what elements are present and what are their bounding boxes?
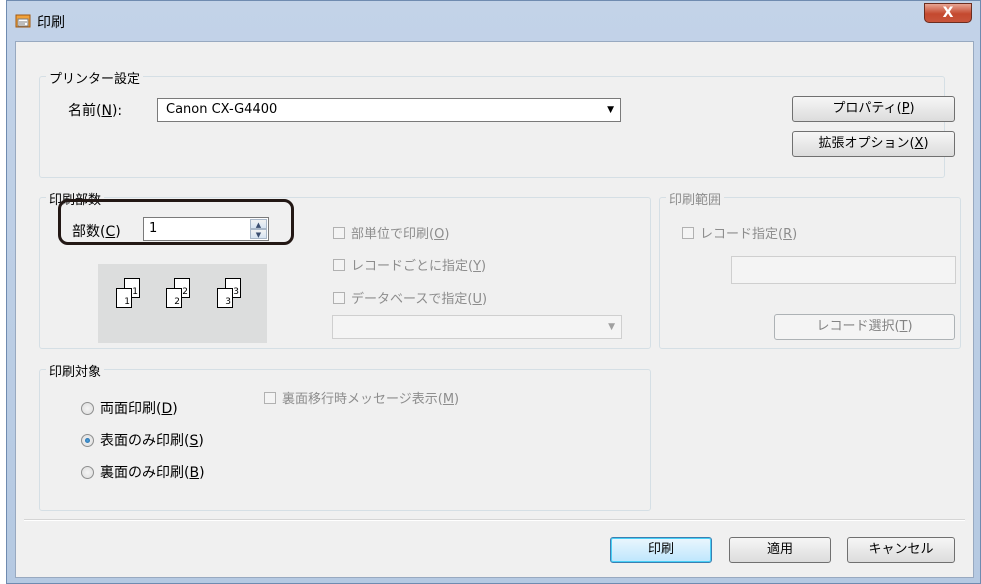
close-icon: X	[942, 5, 954, 21]
radio-dot	[81, 465, 94, 479]
checkbox-box	[333, 226, 345, 239]
printer-settings-group: プリンター設定	[39, 68, 945, 178]
radio-dot	[81, 401, 94, 415]
checkbox-box	[333, 291, 345, 304]
back-only-label: 裏面のみ印刷(B)	[100, 465, 205, 481]
title-bar[interactable]: 印刷 X	[7, 1, 980, 39]
record-select-button[interactable]: レコード選択(T)	[774, 314, 955, 340]
checkbox-box	[264, 391, 276, 404]
per-record-checkbox[interactable]: レコードごとに指定(Y)	[333, 255, 486, 274]
front-only-radio[interactable]: 表面のみ印刷(S)	[81, 430, 204, 450]
dialog-body: プリンター設定 名前(N): Canon CX-G4400 ▼ プロパティ(P)…	[15, 41, 974, 578]
printer-select[interactable]: Canon CX-G4400 ▼	[157, 98, 621, 122]
footer-separator	[24, 519, 965, 521]
collate-checkbox[interactable]: 部単位で印刷(O)	[333, 223, 449, 242]
apply-button[interactable]: 適用	[729, 537, 831, 563]
collate-label: 部単位で印刷(O)	[351, 227, 450, 242]
back-only-radio[interactable]: 裏面のみ印刷(B)	[81, 462, 205, 482]
back-message-label: 裏面移行時メッセージ表示(M)	[282, 392, 460, 407]
print-range-label: 印刷範囲	[666, 189, 725, 208]
database-field-select[interactable]: ▼	[332, 315, 622, 339]
per-record-label: レコードごとに指定(Y)	[351, 259, 487, 274]
print-target-label: 印刷対象	[46, 361, 105, 380]
print-button[interactable]: 印刷	[610, 537, 712, 563]
printer-settings-label: プリンター設定	[46, 68, 144, 87]
record-spec-checkbox[interactable]: レコード指定(R)	[682, 223, 797, 242]
duplex-radio[interactable]: 両面印刷(D)	[81, 398, 178, 418]
cancel-button[interactable]: キャンセル	[847, 537, 955, 563]
dropdown-arrow-icon: ▼	[607, 105, 614, 115]
record-spec-label: レコード指定(R)	[700, 227, 798, 242]
record-spec-input[interactable]	[731, 256, 956, 284]
checkbox-box	[682, 226, 694, 239]
front-only-label: 表面のみ印刷(S)	[100, 433, 204, 449]
printer-app-icon	[15, 13, 31, 29]
copies-highlight-frame	[58, 199, 294, 245]
page-sheet: 2	[166, 288, 182, 308]
properties-button[interactable]: プロパティ(P)	[792, 96, 955, 122]
page-sheet: 3	[217, 288, 233, 308]
duplex-label: 両面印刷(D)	[100, 401, 178, 417]
print-dialog: 印刷 X プリンター設定 名前(N): Canon CX-G4400 ▼ プロパ…	[6, 0, 981, 584]
back-message-checkbox[interactable]: 裏面移行時メッセージ表示(M)	[264, 388, 459, 407]
radio-dot-selected	[81, 433, 94, 447]
dropdown-arrow-icon: ▼	[608, 322, 615, 332]
printer-name-label: 名前(N):	[68, 103, 123, 119]
window-title: 印刷	[37, 15, 65, 31]
checkbox-box	[333, 258, 345, 271]
close-button[interactable]: X	[924, 3, 972, 23]
page-sheet: 1	[116, 288, 132, 308]
extended-options-button[interactable]: 拡張オプション(X)	[792, 131, 955, 157]
by-database-label: データベースで指定(U)	[351, 292, 488, 307]
printer-name-value: Canon CX-G4400	[166, 102, 278, 117]
collate-illustration: 1 1 2 2 3 3	[98, 264, 267, 343]
by-database-checkbox[interactable]: データベースで指定(U)	[333, 288, 487, 307]
